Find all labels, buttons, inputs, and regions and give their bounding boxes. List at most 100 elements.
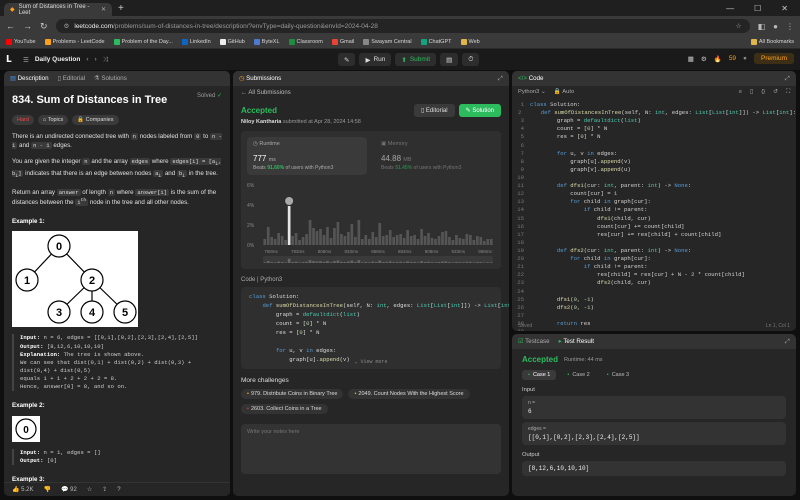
premium-button[interactable]: Premium (753, 53, 794, 64)
menu-icon[interactable]: ⋮ (786, 22, 794, 31)
reload-icon[interactable]: ↻ (40, 21, 48, 32)
solution-button[interactable]: ✎ Solution (458, 104, 501, 117)
bookmark-item[interactable]: Problems - LeetCode (44, 39, 105, 45)
bookmark-item[interactable]: YouTube (6, 39, 36, 45)
layout-icon[interactable]: ▦ (688, 55, 694, 63)
view-more-button[interactable]: ⌄ View more (241, 358, 501, 366)
like-button[interactable]: 👍 5.2K (12, 486, 34, 493)
challenge-chip[interactable]: • 979. Distribute Coins in Binary Tree (241, 389, 344, 399)
tab-submissions[interactable]: ◷ Submissions (239, 75, 281, 82)
run-button[interactable]: ▶ Run (359, 53, 392, 66)
code-line[interactable]: 18 (512, 239, 796, 247)
prev-problem-icon[interactable]: ‹ (86, 56, 88, 63)
username[interactable]: Niloy Kantharia (241, 119, 281, 125)
tab-testcase[interactable]: ☑ Testcase (518, 338, 550, 345)
problem-list-icon[interactable]: ☰ (23, 56, 29, 64)
language-select[interactable]: Python3 ⌄ (518, 89, 546, 95)
tab-test-result[interactable]: ▸ Test Result (559, 338, 594, 345)
code-line[interactable]: 5 res = [0] * N (512, 133, 796, 141)
next-problem-icon[interactable]: › (95, 56, 97, 63)
code-editor[interactable]: 1 class Solution: 2 def sumOfDistancesInTr… (512, 98, 796, 331)
runtime-distribution-chart[interactable]: 6% 4% 2% 0% 758ms 783ms 808ms 833ms 858ms 883ms 90… (247, 181, 497, 263)
code-line[interactable]: 9 graph[v].append(u) (512, 166, 796, 174)
bookmark-star-icon[interactable]: ☆ (736, 22, 742, 30)
share-icon[interactable]: ⇪ (102, 486, 107, 493)
code-line[interactable]: 19 def dfs2(cur: int, parent: int) -> No… (512, 247, 796, 255)
bookmark-item[interactable]: ByteXL (253, 39, 280, 45)
code-line[interactable]: 11 def dfs1(cur: int, parent: int) -> No… (512, 182, 796, 190)
leetcode-logo-icon[interactable]: ᒪ (6, 54, 17, 65)
bookmark-item[interactable]: LinkedIn (181, 39, 211, 45)
forward-icon[interactable]: → (23, 21, 32, 31)
dislike-icon[interactable]: 👎 (44, 486, 51, 493)
code-line[interactable]: 24 (512, 288, 796, 296)
code-line[interactable]: 3 graph = defaultdict(list) (512, 117, 796, 125)
code-line[interactable]: 1 class Solution: (512, 101, 796, 109)
site-info-icon[interactable]: ⚙ (64, 22, 70, 30)
code-line[interactable]: 7 for u, v in edges: (512, 150, 796, 158)
reset-icon[interactable]: ↺ (773, 89, 778, 95)
challenge-chip[interactable]: • 2603. Collect Coins in a Tree (241, 404, 328, 414)
memory-card[interactable]: ▣ Memory 44.88 MB Beats 51.45% of users … (375, 137, 495, 175)
debug-button[interactable]: ✎ (338, 53, 356, 66)
streak-icon[interactable]: 🔥 (714, 55, 722, 63)
code-line[interactable]: 22 res[child] = res[cur] + N - 2 * count… (512, 271, 796, 279)
tab-description[interactable]: ▤ Description (10, 75, 49, 82)
case-tab-2[interactable]: • Case 2 (561, 370, 595, 380)
expand-icon[interactable]: ⤢ (498, 75, 503, 83)
tab-editorial[interactable]: ▯ Editorial (58, 75, 86, 82)
code-line[interactable]: 16 count[cur] += count[child] (512, 223, 796, 231)
code-line[interactable]: 15 dfs1(child, cur) (512, 215, 796, 223)
code-line[interactable]: 25 dfs1(0, -1) (512, 296, 796, 304)
minimize-icon[interactable]: — (726, 4, 734, 13)
all-submissions-link[interactable]: ← All Submissions (241, 90, 501, 96)
close-tab-icon[interactable]: ✕ (101, 6, 106, 13)
daily-question-link[interactable]: Daily Question (35, 56, 81, 63)
expand-icon[interactable]: ⤢ (785, 338, 790, 346)
comments-button[interactable]: 💬 92 (61, 486, 77, 493)
all-bookmarks[interactable]: All Bookmarks (750, 39, 794, 45)
fullscreen-icon[interactable]: ⛶ (786, 89, 790, 96)
code-line[interactable]: 8 graph[u].append(v) (512, 158, 796, 166)
code-line[interactable]: 10 (512, 174, 796, 182)
notes-button[interactable]: ▤ (440, 53, 459, 66)
code-line[interactable]: 20 for child in graph[cur]: (512, 255, 796, 263)
case-tab-1[interactable]: • Case 1 (522, 370, 557, 380)
code-line[interactable]: 17 res[cur] += res[child] + count[child] (512, 231, 796, 239)
companies-tag[interactable]: 🔒 Companies (72, 114, 119, 125)
timer-button[interactable]: ⏱ (462, 53, 480, 66)
bookmark-item[interactable]: ChatGPT (420, 39, 452, 45)
autocomplete-toggle[interactable]: 🔒 Auto (554, 89, 574, 95)
code-line[interactable]: 27 (512, 312, 796, 320)
profile-avatar-icon[interactable]: ● (773, 22, 778, 31)
case-tab-3[interactable]: • Case 3 (601, 370, 635, 380)
challenge-chip[interactable]: • 2049. Count Nodes With the Highest Scor… (348, 389, 470, 399)
format-icon[interactable]: ≡ (739, 89, 742, 95)
close-window-icon[interactable]: ✕ (781, 4, 788, 13)
code-line[interactable]: 23 dfs2(child, cur) (512, 279, 796, 287)
runtime-card[interactable]: ◷ Runtime 777 ms Beats 91.60% of users w… (247, 137, 367, 175)
avatar[interactable]: ● (743, 55, 747, 62)
new-tab-icon[interactable]: + (118, 3, 124, 14)
bookmark-item[interactable]: Classroom (288, 39, 323, 45)
code-line[interactable]: 21 if child != parent: (512, 263, 796, 271)
settings-icon[interactable]: ⚙ (701, 55, 707, 63)
tab-solutions[interactable]: ⚗ Solutions (94, 75, 127, 82)
favorite-icon[interactable]: ☆ (87, 486, 92, 493)
code-line[interactable]: 4 count = [0] * N (512, 125, 796, 133)
code-line[interactable]: 12 count[cur] = 1 (512, 190, 796, 198)
browser-tab[interactable]: ◆ Sum of Distances in Tree - Leet ✕ (4, 3, 112, 16)
code-line[interactable]: 26 dfs2(0, -1) (512, 304, 796, 312)
submit-button[interactable]: ⬆ Submit (395, 53, 437, 66)
code-line[interactable]: 2 def sumOfDistancesInTree(self, N: int,… (512, 109, 796, 117)
bookmark-item[interactable]: Gmail (331, 39, 354, 45)
expand-icon[interactable]: ⤢ (785, 75, 790, 83)
bookmark-item[interactable]: Swayam Central (363, 39, 412, 45)
notes-input[interactable]: Write your notes here (241, 424, 501, 474)
extension-icon[interactable]: ◧ (758, 22, 766, 31)
back-icon[interactable]: ← (6, 21, 15, 31)
bookmark-item[interactable]: Problem of the Day... (113, 39, 173, 45)
curly-braces-icon[interactable]: {} (761, 89, 765, 95)
shuffle-icon[interactable]: ⤨ (103, 56, 108, 64)
code-line[interactable]: 14 if child != parent: (512, 206, 796, 214)
